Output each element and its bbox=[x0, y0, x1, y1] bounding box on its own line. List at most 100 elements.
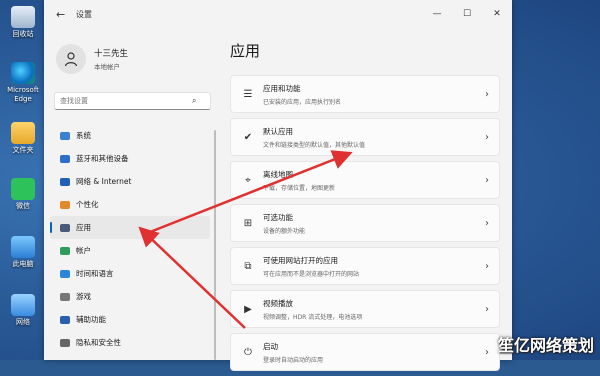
sidebar-item-4[interactable]: 应用 bbox=[50, 216, 210, 239]
sidebar-scrollbar[interactable] bbox=[214, 130, 216, 360]
sidebar-nav: 系统蓝牙和其他设备网络 & Internet 个性化应用帐户时间和语言游戏辅助功能… bbox=[50, 124, 210, 354]
card-subtitle: 视频调整，HDR 流式处理，电池选项 bbox=[263, 313, 363, 321]
account-type: 本地帐户 bbox=[94, 63, 120, 71]
settings-card-2[interactable]: ⌖ 离线地图下载，存储位置，地图更新 › bbox=[230, 161, 500, 199]
chevron-right-icon: › bbox=[485, 174, 489, 186]
avatar bbox=[56, 44, 86, 74]
sidebar-item-label: 应用 bbox=[76, 223, 91, 232]
computer-icon bbox=[11, 236, 35, 258]
card-subtitle: 文件和链接类型的默认值，其他默认值 bbox=[263, 141, 366, 149]
title-bar: ← 设置 — ☐ ✕ bbox=[44, 0, 512, 28]
sidebar-item-1[interactable]: 蓝牙和其他设备 bbox=[50, 147, 210, 170]
desktop-icon-this-pc[interactable]: 此电脑 bbox=[4, 236, 42, 269]
sidebar-item-3[interactable]: 个性化 bbox=[50, 193, 210, 216]
person-icon bbox=[64, 52, 78, 67]
chevron-right-icon: › bbox=[485, 303, 489, 315]
back-arrow-icon[interactable]: ← bbox=[56, 8, 72, 21]
card-title: 视频播放 bbox=[263, 298, 293, 308]
settings-card-1[interactable]: ✔ 默认应用文件和链接类型的默认值，其他默认值 › bbox=[230, 118, 500, 156]
page-title: 应用 bbox=[230, 42, 261, 60]
settings-card-5[interactable]: ▶ 视频播放 视频调整，HDR 流式处理，电池选项 › bbox=[230, 290, 500, 328]
sidebar-item-0[interactable]: 系统 bbox=[50, 124, 210, 147]
sidebar-item-9[interactable]: 隐私和安全性 bbox=[50, 331, 210, 354]
brush-icon bbox=[60, 200, 70, 209]
shield-icon bbox=[60, 338, 70, 347]
list-icon: ☰ bbox=[243, 88, 253, 100]
sidebar-item-label: 游戏 bbox=[76, 292, 91, 301]
desktop-icon-label: 此电脑 bbox=[12, 260, 34, 268]
card-title: 应用和功能 bbox=[263, 83, 301, 93]
sidebar-item-label: 辅助功能 bbox=[76, 315, 106, 324]
card-subtitle: 设备的额外功能 bbox=[263, 227, 306, 235]
desktop-icon-recycle-bin[interactable]: 回收站 bbox=[4, 6, 42, 39]
sidebar-item-label: 时间和语言 bbox=[76, 269, 114, 278]
sidebar-item-label: 帐户 bbox=[76, 246, 91, 255]
settings-card-6[interactable]: ⏻ 启动 登录时自动启动的应用 › bbox=[230, 333, 500, 371]
wifi-icon bbox=[60, 177, 70, 186]
chevron-right-icon: › bbox=[485, 260, 489, 272]
default-apps-icon: ✔ bbox=[243, 131, 253, 143]
desktop-icon-folder[interactable]: 文件夹 bbox=[4, 122, 42, 155]
chevron-right-icon: › bbox=[485, 88, 489, 100]
minimize-button[interactable]: — bbox=[422, 9, 452, 19]
sidebar-item-8[interactable]: 辅助功能 bbox=[50, 308, 210, 331]
search-input[interactable] bbox=[55, 96, 192, 106]
sidebar-item-label: 网络 & Internet bbox=[76, 177, 132, 186]
desktop-icon-edge[interactable]: Microsoft Edge bbox=[4, 62, 42, 104]
card-subtitle: 已安装的应用，应用执行别名 bbox=[263, 98, 342, 106]
apps-icon bbox=[60, 223, 70, 232]
sidebar-item-7[interactable]: 游戏 bbox=[50, 285, 210, 308]
gamepad-icon bbox=[60, 292, 70, 301]
folder-icon bbox=[11, 122, 35, 144]
card-title: 默认应用 bbox=[263, 126, 293, 136]
card-title: 可使用网站打开的应用 bbox=[263, 255, 338, 265]
recycle-bin-icon bbox=[11, 6, 35, 28]
startup-icon: ⏻ bbox=[244, 346, 252, 358]
desktop-icon-label: 回收站 bbox=[12, 30, 34, 38]
desktop-icon-label: 微信 bbox=[16, 202, 30, 210]
search-box[interactable]: ⌕ bbox=[54, 92, 211, 110]
search-icon[interactable]: ⌕ bbox=[192, 96, 196, 106]
desktop-icon-wechat[interactable]: 微信 bbox=[4, 178, 42, 211]
desktop-icon-network[interactable]: 网络 bbox=[4, 294, 42, 327]
chevron-right-icon: › bbox=[485, 131, 489, 143]
window-title: 设置 bbox=[76, 9, 92, 19]
settings-card-0[interactable]: ☰ 应用和功能已安装的应用，应用执行别名 › bbox=[230, 75, 500, 113]
chevron-right-icon: › bbox=[485, 217, 489, 229]
card-subtitle: 登录时自动启动的应用 bbox=[263, 356, 324, 364]
card-title: 可选功能 bbox=[263, 212, 293, 222]
desktop-icon-label: 文件夹 bbox=[12, 146, 34, 154]
optional-features-icon: ⊞ bbox=[243, 217, 253, 229]
window-controls: — ☐ ✕ bbox=[422, 9, 512, 19]
card-list: ☰ 应用和功能已安装的应用，应用执行别名 › ✔ 默认应用文件和链接类型的默认值，其他默… bbox=[230, 75, 500, 371]
desktop-icon-label: 网络 bbox=[16, 318, 30, 326]
sidebar-item-label: 系统 bbox=[76, 131, 91, 140]
close-button[interactable]: ✕ bbox=[482, 9, 512, 19]
sidebar-item-label: 个性化 bbox=[76, 200, 99, 209]
chevron-right-icon: › bbox=[485, 346, 489, 358]
desktop-icon-label: Microsoft Edge bbox=[7, 86, 39, 103]
accessibility-icon bbox=[60, 315, 70, 324]
bluetooth-icon bbox=[60, 154, 70, 163]
watermark-text: 笙亿网络策划 bbox=[497, 336, 594, 355]
map-icon: ⌖ bbox=[245, 174, 251, 186]
settings-card-4[interactable]: ⧉ 可使用网站打开的应用 可在应用而不是浏览器中打开的网站 › bbox=[230, 247, 500, 285]
monitor-icon bbox=[60, 131, 70, 140]
edge-icon bbox=[11, 62, 35, 84]
settings-card-3[interactable]: ⊞ 可选功能设备的额外功能 › bbox=[230, 204, 500, 242]
account-icon bbox=[60, 246, 70, 255]
card-title: 离线地图 bbox=[263, 169, 293, 179]
maximize-button[interactable]: ☐ bbox=[452, 9, 482, 19]
globe-clock-icon bbox=[60, 269, 70, 278]
sidebar-item-5[interactable]: 帐户 bbox=[50, 239, 210, 262]
sidebar-item-2[interactable]: 网络 & Internet bbox=[50, 170, 210, 193]
network-icon bbox=[11, 294, 35, 316]
sidebar-item-6[interactable]: 时间和语言 bbox=[50, 262, 210, 285]
user-name: 十三先生 bbox=[94, 49, 129, 59]
sidebar-item-label: 隐私和安全性 bbox=[76, 338, 121, 347]
card-subtitle: 可在应用而不是浏览器中打开的网站 bbox=[263, 270, 360, 278]
user-profile[interactable]: 十三先生 本地帐户 bbox=[56, 44, 128, 74]
main-content: 应用 ☰ 应用和功能已安装的应用，应用执行别名 › ✔ 默认应用文件和链接类型的默认值，… bbox=[230, 40, 500, 376]
card-subtitle: 下载，存储位置，地图更新 bbox=[263, 184, 336, 192]
settings-window: ← 设置 — ☐ ✕ 十三先生 本地帐户 ⌕ 系统蓝牙和其他设备网络 & Int… bbox=[44, 0, 512, 371]
